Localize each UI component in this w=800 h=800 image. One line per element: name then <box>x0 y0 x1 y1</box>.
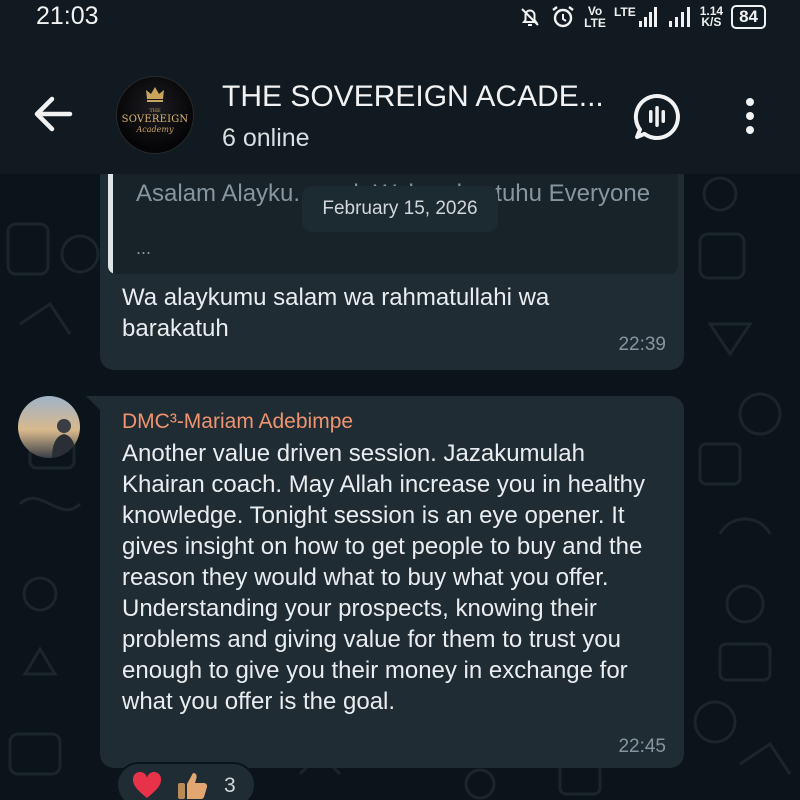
message-text: Another value driven session. Jazakumula… <box>122 440 645 715</box>
online-count: 6 online <box>222 124 310 152</box>
message-time: 22:39 <box>618 334 666 355</box>
message-text: Wa alaykumu salam wa rahmatullahi wa bar… <box>122 284 550 342</box>
voice-chat-icon[interactable] <box>632 92 682 147</box>
thumbs-up-icon <box>176 771 208 800</box>
crown-crest-icon <box>117 85 193 108</box>
heart-icon <box>132 771 162 800</box>
battery-indicator: 84 <box>731 5 766 29</box>
reactions-pill[interactable]: 3 <box>116 762 256 800</box>
status-icons: Vo LTE LTE 1.14 K/S 84 <box>518 4 766 30</box>
sender-name[interactable]: DMC³-Mariam Adebimpe <box>122 410 353 434</box>
status-bar: 21:03 Vo LTE LTE 1.14 K/S 84 <box>0 0 800 34</box>
network-speed: 1.14 K/S <box>699 4 724 29</box>
mute-notifications-icon <box>518 5 542 29</box>
signal-strength-icon <box>668 6 692 28</box>
sender-avatar[interactable] <box>18 396 80 458</box>
quoted-ellipsis: ... <box>136 238 152 258</box>
lte-signal-icon: LTE <box>614 6 660 28</box>
reaction-count: 3 <box>224 774 236 797</box>
message-time: 22:45 <box>618 736 666 757</box>
back-arrow-icon[interactable] <box>30 94 76 139</box>
chat-messages[interactable]: Asalam Alayku... ...ah Wabarokaatuhu Eve… <box>0 174 800 800</box>
alarm-icon <box>550 4 576 30</box>
message-bubble[interactable]: DMC³-Mariam Adebimpe Another value drive… <box>100 396 684 768</box>
group-avatar[interactable]: THE SOVEREIGN Academy <box>116 76 194 154</box>
chat-header: THE SOVEREIGN Academy THE SOVEREIGN ACAD… <box>0 34 800 174</box>
chat-title[interactable]: THE SOVEREIGN ACADE... <box>222 80 604 114</box>
more-options-icon[interactable] <box>740 96 760 141</box>
quote-accent-bar <box>108 174 113 274</box>
volte-indicator: Vo LTE <box>584 4 606 30</box>
status-time: 21:03 <box>36 2 99 30</box>
date-chip: February 15, 2026 <box>302 186 498 232</box>
